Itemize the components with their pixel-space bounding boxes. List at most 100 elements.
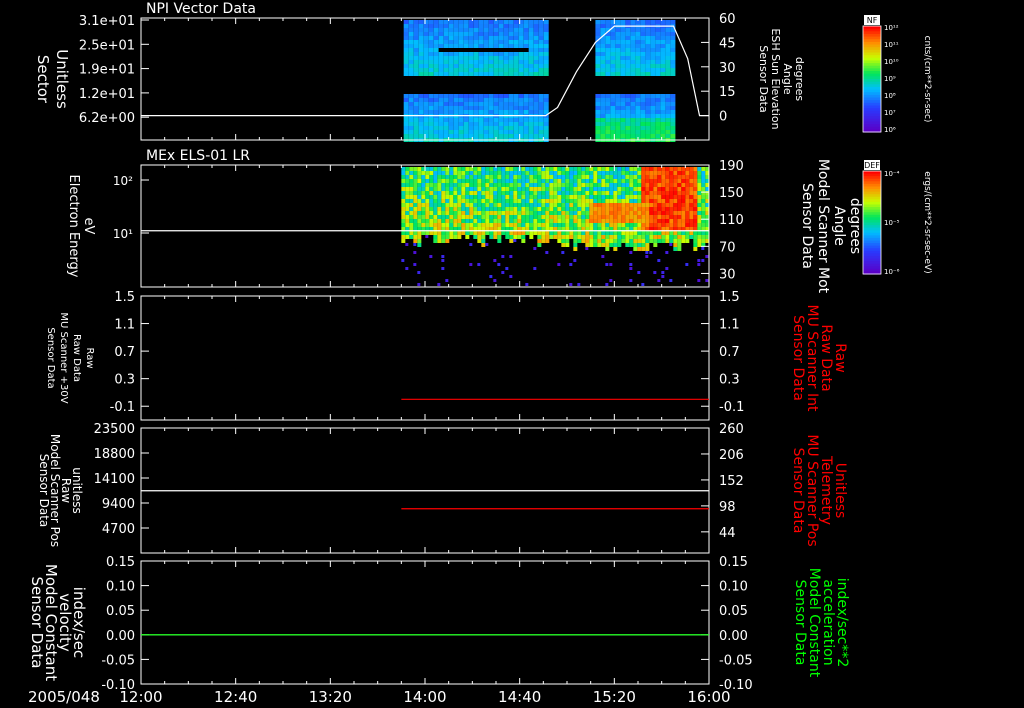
- npi-cell: [493, 102, 499, 106]
- npi-cell: [468, 130, 474, 134]
- npi-cell: [458, 130, 464, 134]
- els-cell: [473, 167, 478, 171]
- els-cell: [469, 199, 474, 203]
- els-cell: [693, 223, 698, 227]
- els-cell: [573, 215, 578, 219]
- els-cell: [553, 183, 558, 187]
- els-cell: [693, 183, 698, 187]
- els-cell: [485, 203, 490, 207]
- els-cell: [677, 187, 682, 191]
- right-y-tick-label: 206: [719, 448, 744, 463]
- els-cell: [509, 187, 514, 191]
- npi-cell: [640, 98, 646, 102]
- npi-cell: [508, 134, 514, 138]
- els-cell: [701, 223, 706, 227]
- els-cell: [669, 179, 674, 183]
- els-cell: [417, 187, 422, 191]
- npi-cell: [443, 98, 449, 102]
- els-cell: [481, 219, 486, 223]
- els-cell: [549, 223, 554, 227]
- els-cell: [697, 167, 702, 171]
- els-cell: [653, 219, 658, 223]
- npi-cell: [615, 98, 621, 102]
- els-cell: [501, 183, 506, 187]
- els-cell: [545, 195, 550, 199]
- npi-cell: [655, 64, 661, 68]
- els-cell: [453, 203, 458, 207]
- npi-cell: [625, 110, 631, 114]
- els-cell: [469, 179, 474, 183]
- els-cell: [693, 231, 698, 235]
- els-cell: [497, 171, 502, 175]
- npi-cell: [503, 110, 509, 114]
- els-cell: [649, 231, 654, 235]
- els-cell: [609, 199, 614, 203]
- panel-frame: [140, 295, 710, 421]
- npi-cell: [645, 94, 651, 98]
- els-cell: [461, 215, 466, 219]
- npi-cell: [413, 94, 419, 98]
- npi-cell: [620, 44, 626, 48]
- npi-cell: [503, 40, 509, 44]
- els-cell: [569, 191, 574, 195]
- npi-cell: [518, 94, 524, 98]
- els-cell: [581, 239, 586, 243]
- els-spectrogram: [401, 167, 710, 286]
- npi-cell: [533, 64, 539, 68]
- els-cell: [681, 183, 686, 187]
- els-cell: [613, 207, 618, 211]
- npi-cell: [438, 64, 444, 68]
- npi-cell: [403, 40, 409, 44]
- els-cell: [681, 199, 686, 203]
- npi-cell: [438, 98, 444, 102]
- els-cell: [489, 195, 494, 199]
- els-cell: [629, 187, 634, 191]
- npi-cell: [483, 48, 489, 52]
- els-cell: [693, 167, 698, 171]
- npi-cell: [468, 118, 474, 122]
- npi-cell: [513, 122, 519, 126]
- els-cell: [429, 211, 434, 215]
- npi-cell: [645, 106, 651, 110]
- els-cell: [533, 183, 538, 187]
- els-cell: [593, 167, 598, 171]
- els-cell: [501, 207, 506, 211]
- els-cell: [633, 247, 638, 251]
- els-cell: [605, 203, 610, 207]
- els-cell: [657, 219, 662, 223]
- els-cell: [661, 223, 666, 227]
- npi-cell: [543, 72, 549, 76]
- npi-cell: [625, 40, 631, 44]
- els-cell: [609, 239, 614, 243]
- npi-cell: [528, 32, 534, 36]
- npi-cell: [443, 20, 449, 24]
- els-cell: [589, 183, 594, 187]
- els-cell: [481, 215, 486, 219]
- els-cell: [413, 203, 418, 207]
- npi-cell: [503, 52, 509, 56]
- npi-cell: [665, 64, 671, 68]
- npi-cell: [655, 72, 661, 76]
- els-cell: [429, 191, 434, 195]
- els-cell: [553, 187, 558, 191]
- els-cell: [629, 207, 634, 211]
- npi-cell: [528, 56, 534, 60]
- npi-cell: [463, 52, 469, 56]
- npi-cell: [533, 126, 539, 130]
- els-cell: [549, 183, 554, 187]
- npi-cell: [403, 68, 409, 72]
- npi-cell: [620, 40, 626, 44]
- right-y-tick-label: 0.7: [719, 345, 740, 360]
- els-cell: [681, 171, 686, 175]
- els-cell: [505, 183, 510, 187]
- els-cell: [669, 183, 674, 187]
- npi-cell: [493, 110, 499, 114]
- npi-cell: [413, 36, 419, 40]
- els-cell: [585, 243, 590, 247]
- els-cell: [421, 175, 426, 179]
- els-cell: [657, 167, 662, 171]
- els-cell: [401, 187, 406, 191]
- y-tick-label: 14100: [94, 472, 135, 487]
- els-cell: [521, 239, 526, 243]
- els-cell: [625, 215, 630, 219]
